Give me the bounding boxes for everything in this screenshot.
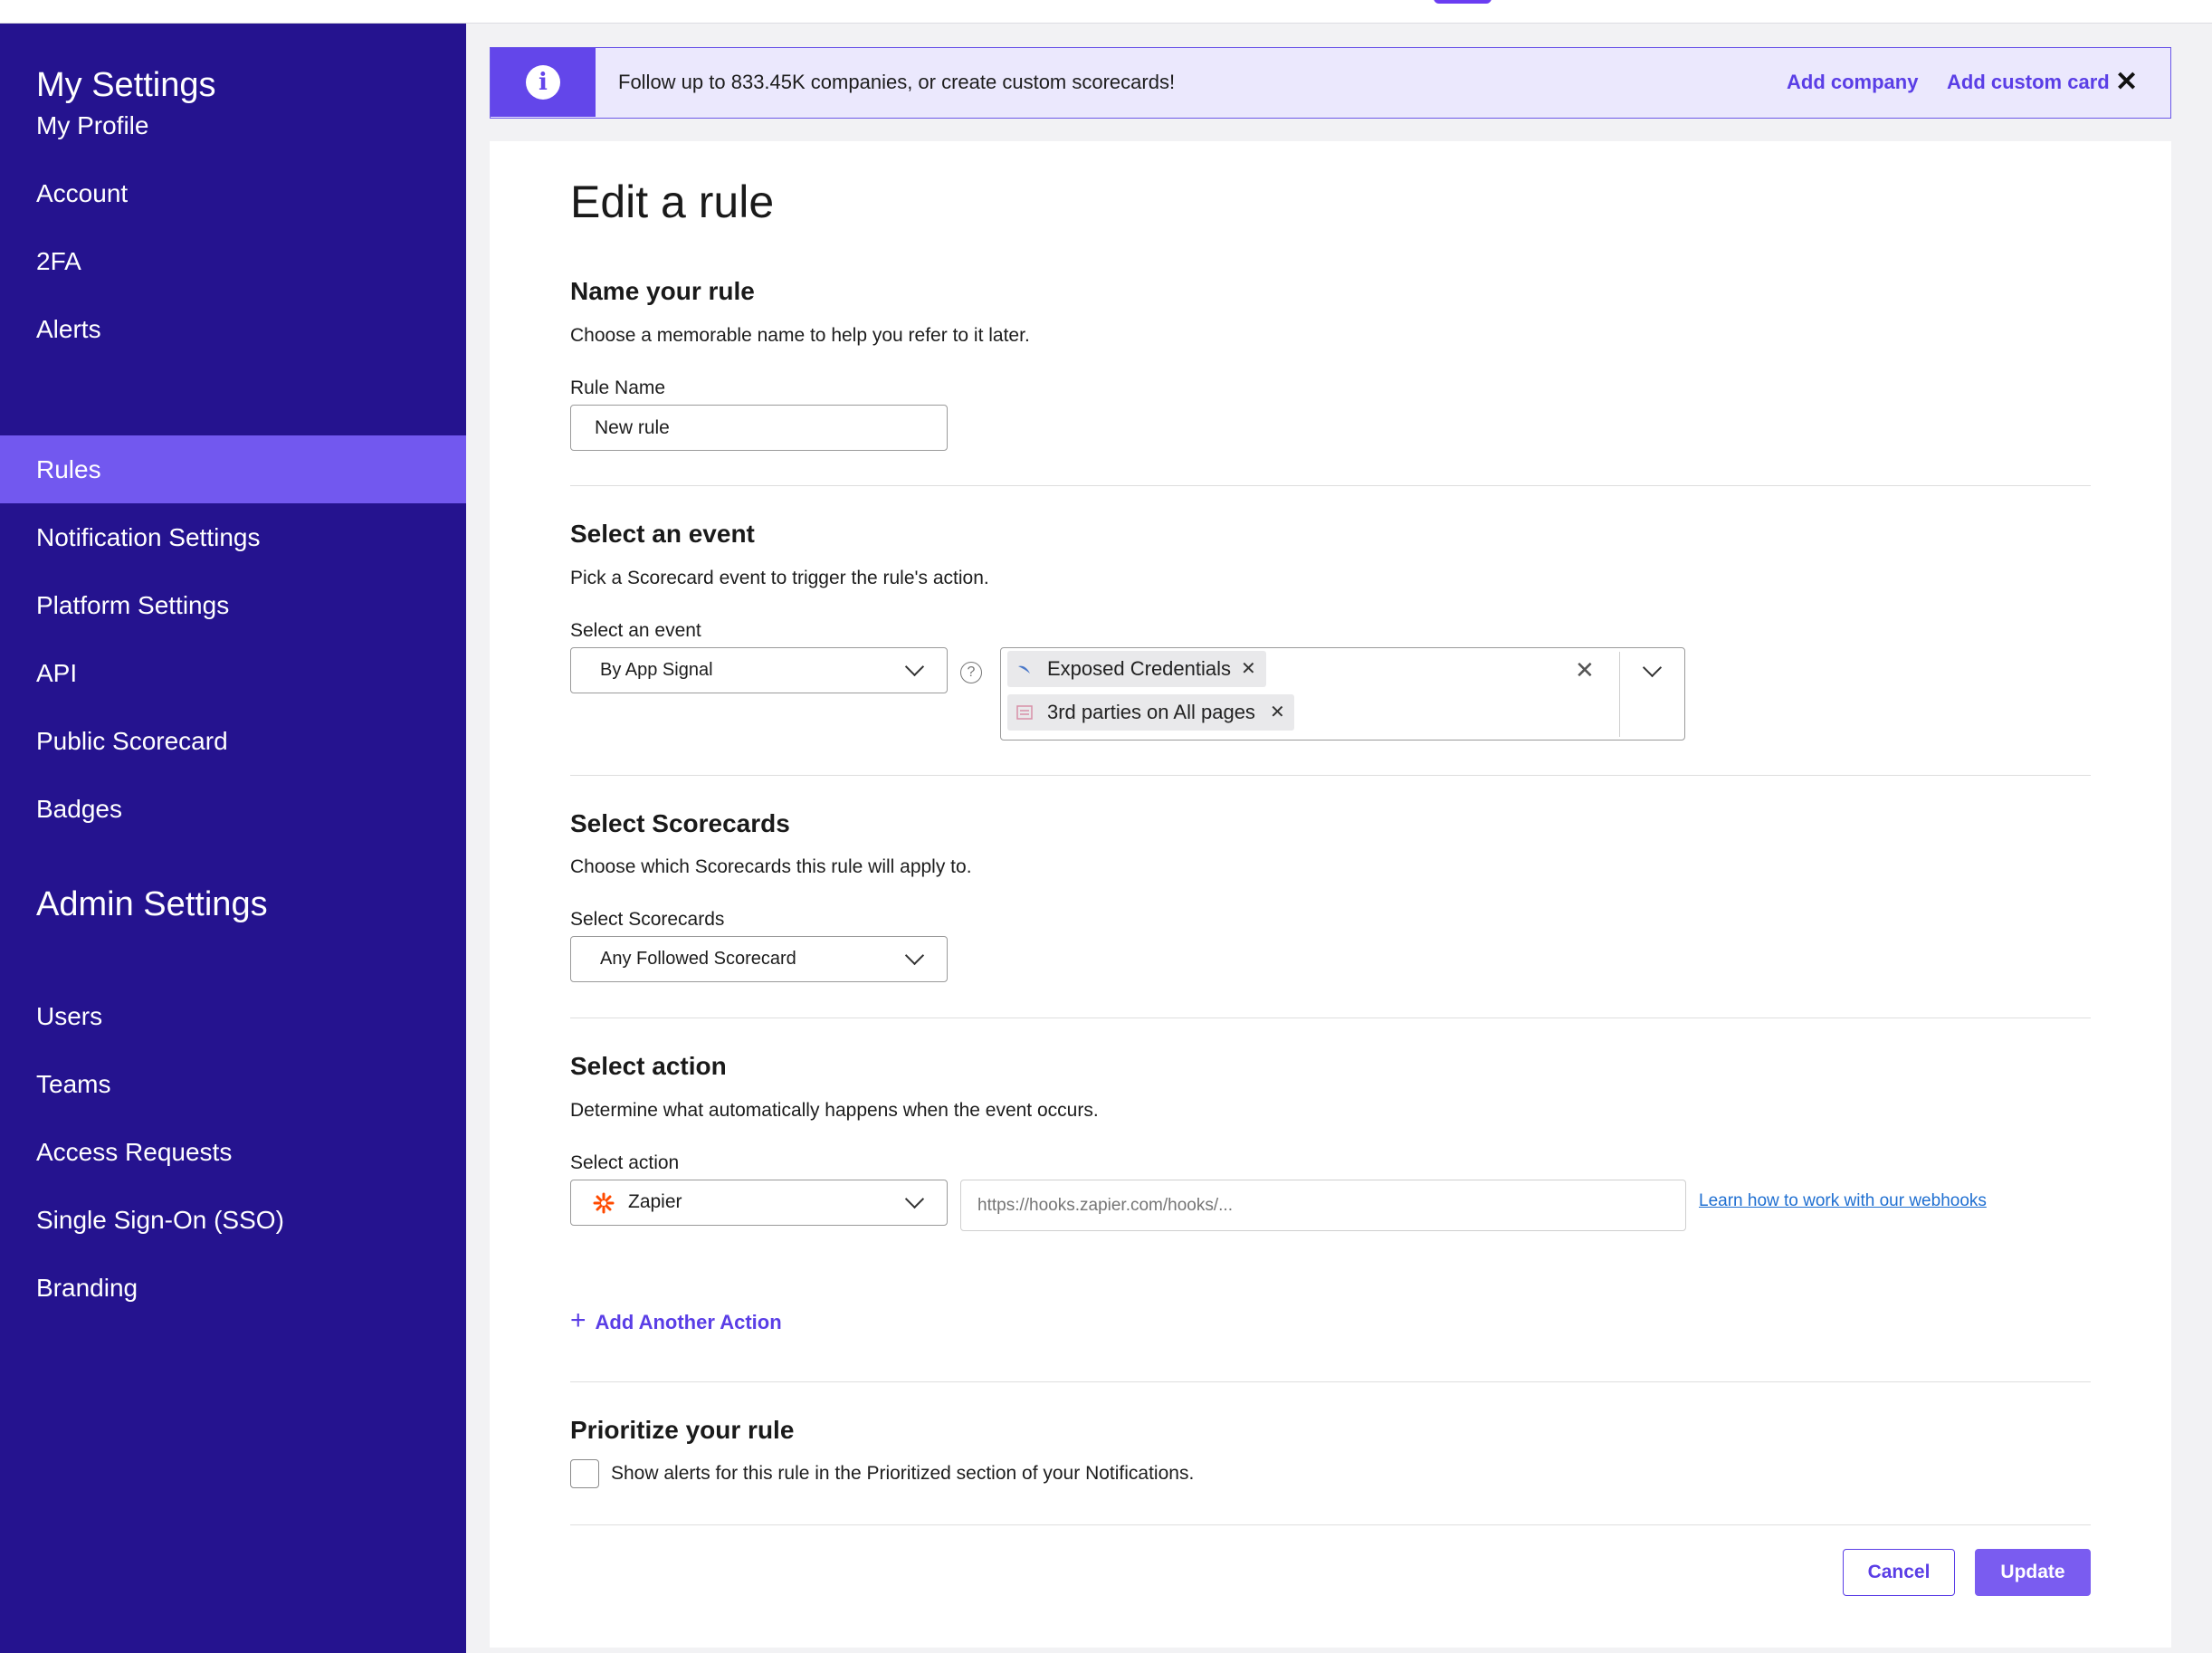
name-section-heading: Name your rule bbox=[570, 277, 755, 305]
banner-icon-box: i bbox=[491, 48, 596, 117]
section-divider bbox=[570, 485, 2091, 486]
top-bar bbox=[0, 0, 2212, 24]
remove-tag-icon[interactable]: ✕ bbox=[1270, 694, 1285, 731]
sidebar-item-2fa[interactable]: 2FA bbox=[0, 227, 466, 295]
section-divider bbox=[570, 775, 2091, 776]
section-divider bbox=[570, 1524, 2091, 1525]
sidebar-item-platform-settings[interactable]: Platform Settings bbox=[0, 571, 466, 639]
add-company-link[interactable]: Add company bbox=[1787, 48, 1918, 117]
zapier-icon bbox=[593, 1192, 615, 1214]
remove-tag-icon[interactable]: ✕ bbox=[1241, 651, 1256, 687]
edit-rule-card: Edit a rule Name your rule Choose a memo… bbox=[490, 141, 2171, 1648]
update-button[interactable]: Update bbox=[1975, 1549, 2091, 1596]
sidebar-item-badges[interactable]: Badges bbox=[0, 775, 466, 843]
scorecards-select-label: Select Scorecards bbox=[570, 909, 725, 930]
chevron-down-icon bbox=[904, 656, 925, 677]
rule-name-input[interactable] bbox=[570, 405, 948, 451]
action-select-label: Select action bbox=[570, 1152, 680, 1173]
info-banner: i Follow up to 833.45K companies, or cre… bbox=[490, 47, 2171, 119]
top-indicator bbox=[1434, 0, 1492, 4]
multiselect-separator bbox=[1619, 652, 1620, 737]
event-multiselect[interactable]: Exposed Credentials ✕ 3rd parties on All… bbox=[1000, 647, 1685, 741]
event-type-value: By App Signal bbox=[600, 660, 713, 680]
sidebar-item-sso[interactable]: Single Sign-On (SSO) bbox=[0, 1186, 466, 1254]
add-another-action-button[interactable]: + Add Another Action bbox=[570, 1305, 782, 1336]
event-section-heading: Select an event bbox=[570, 520, 755, 548]
admin-settings-heading: Admin Settings bbox=[36, 885, 268, 923]
scorecards-section-heading: Select Scorecards bbox=[570, 809, 790, 837]
chevron-down-icon bbox=[904, 945, 925, 966]
section-divider bbox=[570, 1381, 2091, 1382]
action-section-heading: Select action bbox=[570, 1052, 727, 1080]
third-parties-icon bbox=[1016, 705, 1033, 720]
credentials-icon bbox=[1018, 665, 1030, 674]
action-value: Zapier bbox=[628, 1191, 682, 1212]
settings-sidebar: My Settings My Profile Account 2FA Alert… bbox=[0, 24, 466, 1653]
chevron-down-icon bbox=[904, 1189, 925, 1209]
help-icon[interactable]: ? bbox=[960, 662, 982, 683]
rule-name-label: Rule Name bbox=[570, 377, 666, 398]
event-type-select[interactable]: By App Signal bbox=[570, 647, 948, 693]
prioritize-checkbox-label: Show alerts for this rule in the Priorit… bbox=[611, 1463, 1195, 1484]
sidebar-item-my-profile[interactable]: My Profile bbox=[0, 91, 466, 159]
scorecards-value: Any Followed Scorecard bbox=[600, 949, 796, 969]
cancel-button[interactable]: Cancel bbox=[1843, 1549, 1955, 1596]
sidebar-item-api[interactable]: API bbox=[0, 639, 466, 707]
event-tag: Exposed Credentials ✕ bbox=[1007, 651, 1266, 687]
scorecards-section-description: Choose which Scorecards this rule will a… bbox=[570, 856, 972, 877]
add-custom-card-link[interactable]: Add custom card bbox=[1947, 48, 2110, 117]
chevron-down-icon[interactable] bbox=[1642, 657, 1663, 678]
event-tag-label: Exposed Credentials bbox=[1047, 657, 1232, 680]
scorecards-select[interactable]: Any Followed Scorecard bbox=[570, 936, 948, 982]
sidebar-item-notification-settings[interactable]: Notification Settings bbox=[0, 503, 466, 571]
plus-icon: + bbox=[570, 1305, 586, 1335]
page-title: Edit a rule bbox=[570, 177, 775, 227]
banner-message: Follow up to 833.45K companies, or creat… bbox=[618, 71, 1176, 93]
sidebar-item-branding[interactable]: Branding bbox=[0, 1254, 466, 1322]
action-section-description: Determine what automatically happens whe… bbox=[570, 1100, 1099, 1121]
sidebar-item-public-scorecard[interactable]: Public Scorecard bbox=[0, 707, 466, 775]
info-icon: i bbox=[526, 65, 560, 100]
priority-section-heading: Prioritize your rule bbox=[570, 1416, 795, 1444]
add-another-action-label: Add Another Action bbox=[595, 1311, 782, 1333]
sidebar-item-account[interactable]: Account bbox=[0, 159, 466, 227]
action-select[interactable]: Zapier bbox=[570, 1180, 948, 1226]
sidebar-item-alerts[interactable]: Alerts bbox=[0, 295, 466, 363]
event-tag-label: 3rd parties on All pages bbox=[1047, 701, 1255, 723]
sidebar-item-rules[interactable]: Rules bbox=[0, 435, 466, 503]
webhook-url-input[interactable] bbox=[960, 1180, 1686, 1231]
event-select-label: Select an event bbox=[570, 620, 701, 641]
sidebar-item-teams[interactable]: Teams bbox=[0, 1050, 466, 1118]
prioritize-checkbox[interactable] bbox=[570, 1459, 599, 1488]
clear-all-icon[interactable]: ✕ bbox=[1575, 648, 1595, 692]
sidebar-item-access-requests[interactable]: Access Requests bbox=[0, 1118, 466, 1186]
name-section-description: Choose a memorable name to help you refe… bbox=[570, 325, 1030, 346]
event-section-description: Pick a Scorecard event to trigger the ru… bbox=[570, 568, 989, 588]
close-icon[interactable]: ✕ bbox=[2115, 48, 2138, 117]
sidebar-item-users[interactable]: Users bbox=[0, 982, 466, 1050]
event-tag: 3rd parties on All pages ✕ bbox=[1007, 694, 1294, 731]
webhook-help-link[interactable]: Learn how to work with our webhooks bbox=[1699, 1191, 1987, 1211]
